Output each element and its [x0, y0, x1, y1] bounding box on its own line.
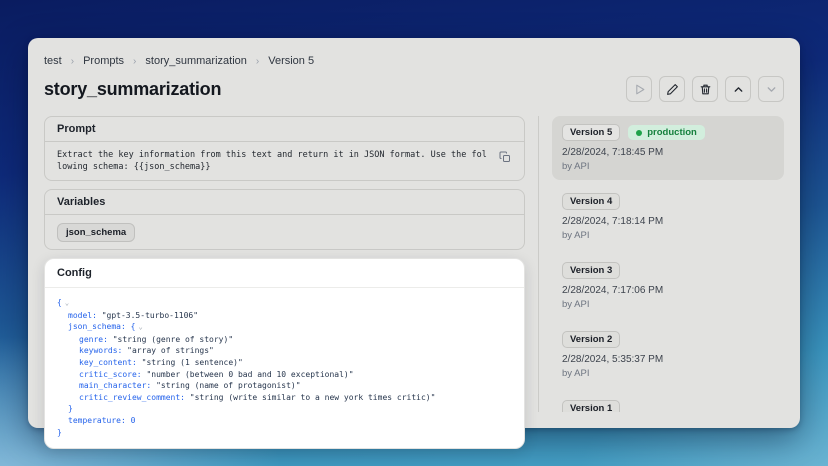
config-line: critic_review_comment: "string (write si… — [57, 392, 512, 404]
version-status-label: production — [647, 127, 697, 138]
config-line: } — [57, 403, 512, 415]
config-line: keywords: "array of strings" — [57, 345, 512, 357]
version-item[interactable]: Version 2 2/28/2024, 5:35:37 PM by API — [552, 323, 784, 387]
collapse-icon[interactable]: ⌄ — [138, 323, 142, 331]
breadcrumb-item[interactable]: Prompts — [83, 55, 124, 67]
version-badge: Version 3 — [562, 262, 620, 279]
toolbar — [626, 76, 784, 102]
versions-panel: Version 5 production 2/28/2024, 7:18:45 … — [538, 116, 784, 412]
version-timestamp: 2/28/2024, 7:17:06 PM — [562, 285, 774, 296]
config-line: key_content: "string (1 sentence)" — [57, 357, 512, 369]
version-item[interactable]: Version 4 2/28/2024, 7:18:14 PM by API — [552, 185, 784, 249]
breadcrumb-separator: › — [256, 56, 259, 67]
copy-prompt-button[interactable] — [498, 150, 512, 167]
version-badge: Version 1 — [562, 400, 620, 412]
config-line: json_schema: {⌄ — [57, 321, 512, 334]
page-title: story_summarization — [44, 79, 221, 100]
version-author: by API — [562, 230, 774, 241]
delete-button[interactable] — [692, 76, 718, 102]
chevron-up-icon — [732, 83, 745, 96]
versions-list: Version 5 production 2/28/2024, 7:18:45 … — [552, 116, 784, 412]
version-item[interactable]: Version 5 production 2/28/2024, 7:18:45 … — [552, 116, 784, 180]
config-line: } — [57, 427, 512, 439]
version-badge: Version 4 — [562, 193, 620, 210]
breadcrumb: test › Prompts › story_summarization › Version… — [44, 55, 784, 67]
config-section-header: Config — [45, 259, 524, 288]
breadcrumb-item[interactable]: story_summarization — [145, 55, 246, 67]
copy-icon — [499, 151, 511, 166]
prompt-section-header: Prompt — [45, 117, 524, 142]
version-badge: Version 2 — [562, 331, 620, 348]
variables-section: Variables json_schema — [44, 189, 525, 250]
next-version-button[interactable] — [758, 76, 784, 102]
status-dot-icon — [636, 130, 642, 136]
config-line: genre: "string (genre of story)" — [57, 334, 512, 346]
config-line: {⌄ — [57, 297, 512, 310]
version-timestamp: 2/28/2024, 5:35:37 PM — [562, 354, 774, 365]
config-line: main_character: "string (name of protago… — [57, 380, 512, 392]
breadcrumb-item[interactable]: test — [44, 55, 62, 67]
edit-button[interactable] — [659, 76, 685, 102]
variables-list: json_schema — [45, 215, 524, 249]
config-line: model: "gpt-3.5-turbo-1106" — [57, 310, 512, 322]
main-column: Prompt Extract the key information from … — [44, 116, 538, 412]
trash-icon — [699, 83, 712, 96]
config-json: {⌄model: "gpt-3.5-turbo-1106"json_schema… — [45, 288, 524, 448]
version-item[interactable]: Version 1 2/28/2024, 5:20:12 PM by API — [552, 392, 784, 412]
play-icon — [633, 83, 646, 96]
breadcrumb-separator: › — [133, 56, 136, 67]
version-author: by API — [562, 299, 774, 310]
variables-section-header: Variables — [45, 190, 524, 215]
collapse-icon[interactable]: ⌄ — [65, 299, 69, 307]
config-line: temperature: 0 — [57, 415, 512, 427]
version-timestamp: 2/28/2024, 7:18:14 PM — [562, 216, 774, 227]
version-item[interactable]: Version 3 2/28/2024, 7:17:06 PM by API — [552, 254, 784, 318]
prompt-section: Prompt Extract the key information from … — [44, 116, 525, 181]
prompt-text: Extract the key information from this te… — [57, 149, 490, 173]
version-status-badge: production — [628, 125, 705, 140]
config-section: Config {⌄model: "gpt-3.5-turbo-1106"json… — [44, 258, 525, 449]
config-line: critic_score: "number (between 0 bad and… — [57, 369, 512, 381]
breadcrumb-item[interactable]: Version 5 — [268, 55, 314, 67]
app-window: test › Prompts › story_summarization › Version… — [28, 38, 800, 428]
run-button[interactable] — [626, 76, 652, 102]
previous-version-button[interactable] — [725, 76, 751, 102]
chevron-down-icon — [765, 83, 778, 96]
version-badge: Version 5 — [562, 124, 620, 141]
content: Prompt Extract the key information from … — [44, 116, 784, 412]
version-timestamp: 2/28/2024, 7:18:45 PM — [562, 147, 774, 158]
version-author: by API — [562, 161, 774, 172]
title-bar: story_summarization — [44, 76, 784, 102]
breadcrumb-separator: › — [71, 56, 74, 67]
variable-badge: json_schema — [57, 223, 135, 242]
pencil-icon — [666, 83, 679, 96]
version-author: by API — [562, 368, 774, 379]
